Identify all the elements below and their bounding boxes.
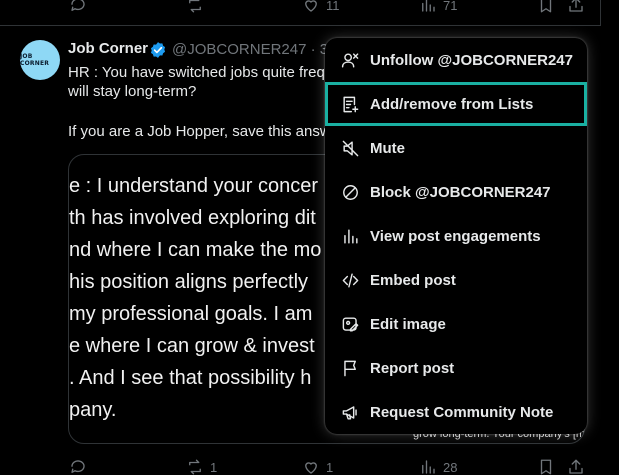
post-options-menu: Unfollow @JOBCORNER247 Add/remove from L… <box>325 38 587 434</box>
repost-count: 1 <box>210 459 218 475</box>
like-count: 1 <box>326 459 334 475</box>
views-icon <box>422 460 435 474</box>
repost-icon <box>189 0 201 13</box>
previous-post-actions: 11 71 <box>0 0 601 16</box>
verified-badge-icon <box>150 42 166 58</box>
share-button[interactable] <box>567 0 585 14</box>
flag-icon <box>344 360 356 376</box>
engagements-icon <box>344 228 358 244</box>
menu-item-community-note[interactable]: Request Community Note <box>325 390 587 434</box>
reply-icon <box>71 0 85 11</box>
menu-item-unfollow[interactable]: Unfollow @JOBCORNER247 <box>325 38 587 82</box>
menu-item-report[interactable]: Report post <box>325 346 587 390</box>
menu-item-engagements[interactable]: View post engagements <box>325 214 587 258</box>
bookmark-icon <box>540 0 552 13</box>
reply-button[interactable] <box>69 458 93 475</box>
block-icon <box>343 184 358 200</box>
author-handle[interactable]: @JOBCORNER247 · 37 <box>172 41 336 58</box>
post-actions: 1 1 28 <box>0 458 601 475</box>
author-name[interactable]: Job Corner <box>68 40 148 57</box>
repost-button[interactable] <box>186 0 210 14</box>
image-text-line: . And I see that possibility h <box>69 367 312 389</box>
bookmark-button[interactable] <box>537 458 555 475</box>
image-text-line: th has involved exploring dit <box>69 207 316 229</box>
heart-icon <box>305 0 317 12</box>
like-button[interactable]: 1 <box>302 458 333 475</box>
menu-item-lists[interactable]: Add/remove from Lists <box>325 82 587 126</box>
unfollow-icon <box>341 52 359 68</box>
image-text-line: my professional goals. I am <box>69 303 313 325</box>
image-text-line: pany. <box>69 399 117 421</box>
megaphone-icon <box>342 405 357 420</box>
embed-icon <box>342 272 359 288</box>
menu-item-edit-image[interactable]: Edit image <box>325 302 587 346</box>
views-button[interactable]: 71 <box>419 0 457 14</box>
previous-post-footer: 11 71 <box>0 0 601 26</box>
mute-icon <box>342 140 359 156</box>
views-count: 28 <box>443 459 458 475</box>
reply-button[interactable] <box>69 0 93 14</box>
like-button[interactable]: 11 <box>302 0 340 14</box>
menu-item-block[interactable]: Block @JOBCORNER247 <box>325 170 587 214</box>
image-text-line: his position aligns perfectly <box>69 271 309 293</box>
reply-icon <box>71 460 85 473</box>
repost-icon <box>189 459 201 475</box>
share-icon <box>569 0 583 12</box>
views-count: 71 <box>443 0 458 13</box>
edit-image-icon <box>342 316 359 332</box>
share-button[interactable] <box>567 458 585 475</box>
lists-icon <box>343 96 359 112</box>
image-text-line: nd where I can make the mo <box>69 239 322 261</box>
menu-item-mute[interactable]: Mute <box>325 126 587 170</box>
repost-button[interactable]: 1 <box>186 458 217 475</box>
avatar[interactable]: JOB CORNER <box>20 40 60 80</box>
share-icon <box>569 459 583 474</box>
like-count: 11 <box>326 0 340 13</box>
bookmark-icon <box>540 459 552 475</box>
image-text-line: e : I understand your concer <box>69 175 319 197</box>
image-text-line: e where I can grow & invest <box>69 335 315 357</box>
views-icon <box>422 0 435 12</box>
heart-icon <box>305 462 317 474</box>
views-button[interactable]: 28 <box>419 458 457 475</box>
menu-item-embed[interactable]: Embed post <box>325 258 587 302</box>
bookmark-button[interactable] <box>537 0 555 14</box>
